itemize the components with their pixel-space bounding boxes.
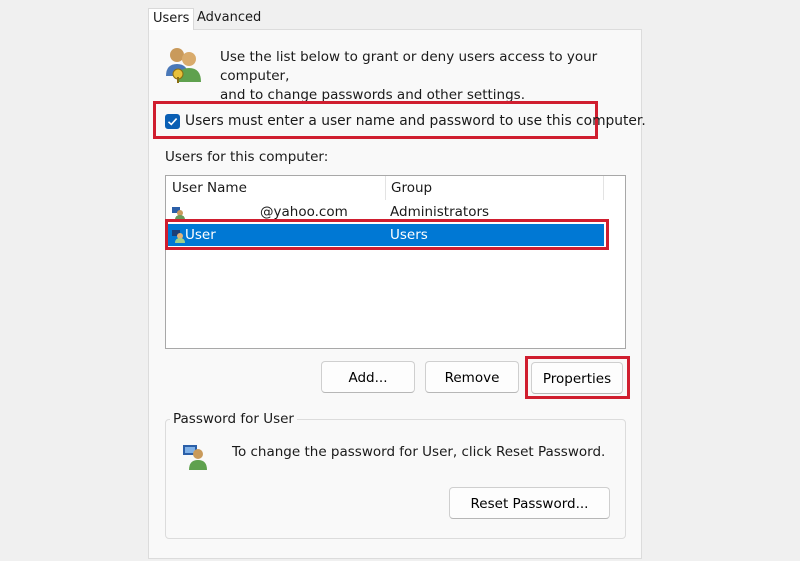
tab-advanced-label: Advanced: [197, 10, 262, 25]
tab-users-label: Users: [153, 11, 190, 26]
remove-button[interactable]: Remove: [425, 361, 519, 393]
column-header-group[interactable]: Group: [385, 176, 603, 200]
require-login-checkbox[interactable]: [165, 114, 180, 129]
require-login-label[interactable]: Users must enter a user name and passwor…: [185, 112, 646, 131]
intro-text: Use the list below to grant or deny user…: [220, 48, 630, 105]
reset-password-button[interactable]: Reset Password...: [449, 487, 610, 519]
users-icon: [164, 44, 204, 84]
column-header-user-name[interactable]: User Name: [166, 176, 385, 200]
tab-users[interactable]: Users: [148, 8, 195, 30]
users-listview[interactable]: User Name Group @yahoo.com Administrator…: [165, 175, 626, 349]
tab-advanced[interactable]: Advanced: [193, 8, 265, 30]
password-groupbox: [165, 419, 626, 539]
users-list-label: Users for this computer:: [165, 149, 329, 165]
highlight-box-selected-user: [165, 219, 609, 250]
add-button[interactable]: Add...: [321, 361, 415, 393]
column-separator[interactable]: [603, 176, 604, 200]
highlight-box-properties: [525, 356, 630, 399]
password-instruction: To change the password for User, click R…: [232, 444, 606, 460]
checkmark-icon: [167, 118, 178, 126]
user-key-icon: [182, 443, 210, 471]
intro-line-1: Use the list below to grant or deny user…: [220, 49, 598, 84]
password-group-title: Password for User: [170, 411, 297, 427]
